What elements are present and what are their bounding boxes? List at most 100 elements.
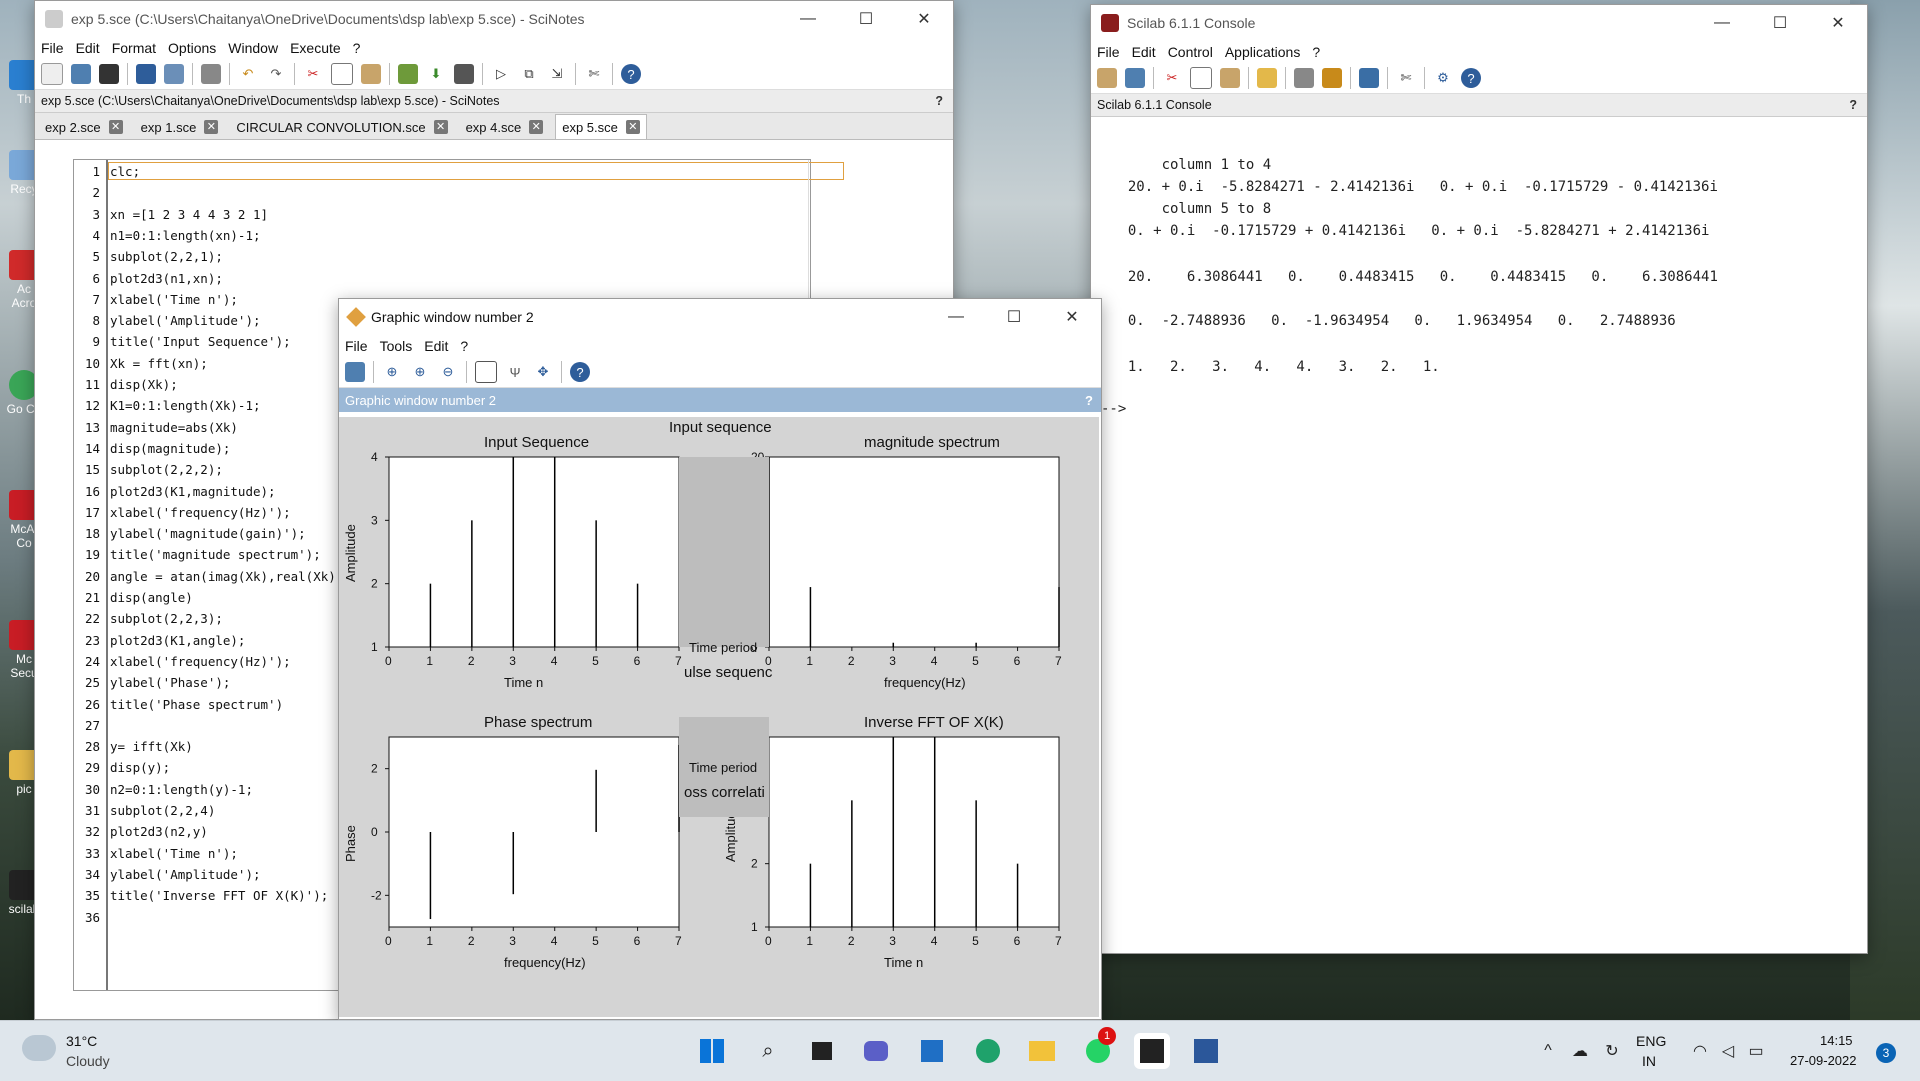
chevron-up-icon[interactable]: ^: [1530, 1033, 1566, 1069]
print-icon[interactable]: [1294, 68, 1314, 88]
code-line[interactable]: disp(y);: [110, 760, 170, 775]
code-line[interactable]: ylabel('Phase');: [110, 675, 230, 690]
datatip-icon[interactable]: Ψ: [505, 362, 525, 382]
execute-icon[interactable]: ▷: [491, 64, 511, 84]
redo-icon[interactable]: ↷: [266, 64, 286, 84]
close-tab-icon[interactable]: ✕: [625, 120, 640, 134]
help-icon[interactable]: ?: [621, 64, 641, 84]
code-line[interactable]: magnitude=abs(Xk): [110, 420, 238, 435]
menu-control[interactable]: Control: [1168, 44, 1213, 60]
save-as-icon[interactable]: [164, 64, 184, 84]
tools-icon[interactable]: ✄: [1396, 68, 1416, 88]
code-line[interactable]: subplot(2,2,4): [110, 803, 215, 818]
code-line[interactable]: xlabel('frequency(Hz)');: [110, 505, 291, 520]
menu-edit[interactable]: Edit: [1132, 44, 1156, 60]
menu-help[interactable]: ?: [353, 40, 361, 56]
maximize-button[interactable]: ☐: [837, 1, 895, 37]
chat-icon[interactable]: [858, 1033, 894, 1069]
menu-file[interactable]: File: [41, 40, 64, 56]
close-tab-icon[interactable]: ✕: [529, 120, 544, 134]
menu-help[interactable]: ?: [460, 338, 468, 354]
tab-exp-1[interactable]: exp 1.sce ✕: [135, 115, 225, 139]
code-line[interactable]: n1=0:1:length(xn)-1;: [110, 228, 261, 243]
code-line[interactable]: Xk = fft(xn);: [110, 356, 208, 371]
code-line[interactable]: disp(magnitude);: [110, 441, 230, 456]
zoom-area-icon[interactable]: ⊕: [382, 362, 402, 382]
open-file-icon[interactable]: [71, 64, 91, 84]
print-icon[interactable]: [201, 64, 221, 84]
find-icon[interactable]: [398, 64, 418, 84]
close-button[interactable]: ✕: [895, 1, 953, 37]
menu-execute[interactable]: Execute: [290, 40, 341, 56]
code-line[interactable]: title('Input Sequence');: [110, 334, 291, 349]
edge-icon[interactable]: [970, 1033, 1006, 1069]
code-line[interactable]: xlabel('Time n');: [110, 292, 238, 307]
code-line[interactable]: disp(angle): [110, 590, 193, 605]
code-line[interactable]: xlabel('Time n');: [110, 846, 238, 861]
start-icon[interactable]: [694, 1033, 730, 1069]
undo-icon[interactable]: ↶: [238, 64, 258, 84]
close-tab-icon[interactable]: ✕: [433, 120, 448, 134]
notification-badge[interactable]: 3: [1876, 1043, 1896, 1063]
menu-applications[interactable]: Applications: [1225, 44, 1301, 60]
clock-date[interactable]: 27-09-2022: [1790, 1053, 1857, 1068]
copy-figure-icon[interactable]: [475, 361, 497, 383]
maximize-button[interactable]: ☐: [1751, 5, 1809, 41]
code-line[interactable]: title('magnitude spectrum');: [110, 547, 321, 562]
sync-icon[interactable]: ↻: [1594, 1033, 1630, 1069]
tab-exp-2[interactable]: exp 2.sce ✕: [39, 115, 129, 139]
new-file-icon[interactable]: [41, 63, 63, 85]
open-file-icon[interactable]: [1125, 68, 1145, 88]
help-icon[interactable]: ?: [1461, 68, 1481, 88]
weather-desc[interactable]: Cloudy: [66, 1053, 110, 1069]
copy-icon[interactable]: [331, 63, 353, 85]
help-question-icon[interactable]: ?: [1085, 393, 1093, 408]
tab-exp-4[interactable]: exp 4.sce ✕: [460, 115, 550, 139]
save-icon[interactable]: [136, 64, 156, 84]
search-icon[interactable]: ⌕: [750, 1033, 786, 1069]
scilab-icon[interactable]: [1134, 1033, 1170, 1069]
code-line[interactable]: xn =[1 2 3 4 4 3 2 1]: [110, 207, 268, 222]
code-line[interactable]: plot2d3(K1,angle);: [110, 633, 245, 648]
code-line[interactable]: subplot(2,2,1);: [110, 249, 223, 264]
code-line[interactable]: subplot(2,2,3);: [110, 611, 223, 626]
minimize-button[interactable]: —: [927, 299, 985, 335]
tools-icon[interactable]: ✄: [584, 64, 604, 84]
battery-icon[interactable]: ▭: [1738, 1033, 1774, 1069]
minimize-button[interactable]: —: [1693, 5, 1751, 41]
execute-with-echo-icon[interactable]: ⧉: [519, 64, 539, 84]
maximize-button[interactable]: ☐: [985, 299, 1043, 335]
cut-icon[interactable]: ✂: [303, 64, 323, 84]
file-explorer-icon[interactable]: [1024, 1033, 1060, 1069]
console-titlebar[interactable]: Scilab 6.1.1 Console — ☐ ✕: [1091, 5, 1867, 41]
tab-circular-convolution[interactable]: CIRCULAR CONVOLUTION.sce ✕: [230, 115, 453, 139]
code-line[interactable]: plot2d3(K1,magnitude);: [110, 484, 276, 499]
close-button[interactable]: ✕: [1043, 299, 1101, 335]
tab-exp-5[interactable]: exp 5.sce ✕: [555, 114, 647, 139]
console-prompt[interactable]: -->: [1101, 401, 1126, 417]
code-line[interactable]: y= ifft(Xk): [110, 739, 193, 754]
menu-options[interactable]: Options: [168, 40, 216, 56]
variable-browser-icon[interactable]: [1322, 68, 1342, 88]
task-view-icon[interactable]: [804, 1033, 840, 1069]
code-line[interactable]: title('Phase spectrum'): [110, 697, 283, 712]
menu-window[interactable]: Window: [228, 40, 278, 56]
copy-icon[interactable]: [1190, 67, 1212, 89]
language-top[interactable]: ENG: [1636, 1033, 1666, 1049]
clock-time[interactable]: 14:15: [1820, 1033, 1853, 1048]
code-line[interactable]: title('Inverse FFT OF X(K)');: [110, 888, 328, 903]
language-bottom[interactable]: IN: [1642, 1053, 1656, 1069]
code-line[interactable]: ylabel('magnitude(gain)');: [110, 526, 306, 541]
minimize-button[interactable]: —: [779, 1, 837, 37]
code-line[interactable]: disp(Xk);: [110, 377, 178, 392]
open-recent-icon[interactable]: [99, 64, 119, 84]
graphic-titlebar[interactable]: Graphic window number 2 — ☐ ✕: [339, 299, 1101, 335]
scinotes-launch-icon[interactable]: [1097, 68, 1117, 88]
console-output[interactable]: column 1 to 4 20. + 0.i -5.8284271 - 2.4…: [1099, 137, 1857, 927]
pan-icon[interactable]: ✥: [533, 362, 553, 382]
close-button[interactable]: ✕: [1809, 5, 1867, 41]
code-line[interactable]: plot2d3(n1,xn);: [110, 271, 223, 286]
help-question-icon[interactable]: ?: [1849, 98, 1857, 112]
paste-icon[interactable]: [1220, 68, 1240, 88]
code-line[interactable]: ylabel('Amplitude');: [110, 867, 261, 882]
